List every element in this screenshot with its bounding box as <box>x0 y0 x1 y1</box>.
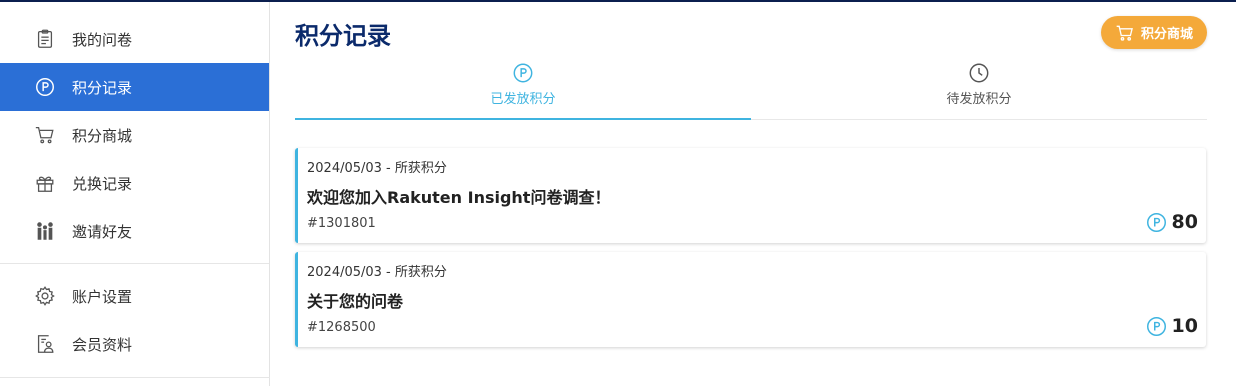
points-icon <box>1146 212 1166 232</box>
sidebar-main-group: 我的问卷 积分记录 积分商城 兑换记录 邀请好友 <box>0 2 269 255</box>
record-id: #1268500 <box>307 320 376 335</box>
record-points: 80 <box>1146 211 1198 233</box>
cart-icon <box>34 124 56 146</box>
sidebar-settings-group: 账户设置 会员资料 <box>0 272 269 368</box>
sidebar-bottom-divider <box>0 377 270 378</box>
sidebar-item-my-surveys[interactable]: 我的问卷 <box>0 15 269 63</box>
record-title: 关于您的问卷 <box>307 292 404 311</box>
sidebar-item-account-settings[interactable]: 账户设置 <box>0 272 269 320</box>
gift-icon <box>34 172 56 194</box>
page-title: 积分记录 <box>295 22 391 50</box>
sidebar-item-invite-friends[interactable]: 邀请好友 <box>0 207 269 255</box>
tab-label: 待发放积分 <box>946 92 1012 107</box>
clipboard-icon <box>34 28 56 50</box>
tab-label: 已发放积分 <box>490 92 556 107</box>
points-mall-button-label: 积分商城 <box>1140 27 1193 42</box>
profile-icon <box>34 333 56 355</box>
points-mall-button[interactable]: 积分商城 <box>1101 16 1207 49</box>
points-icon <box>34 76 56 98</box>
record-points-value: 80 <box>1171 211 1198 233</box>
points-record-list: 2024/05/03 - 所获积分 欢迎您加入Rakuten Insight问卷… <box>295 148 1206 356</box>
cart-icon <box>1116 25 1133 41</box>
people-icon <box>34 220 56 242</box>
sidebar-item-label: 积分记录 <box>72 78 133 97</box>
gear-icon <box>34 285 56 307</box>
sidebar-item-label: 兑换记录 <box>72 174 133 193</box>
clock-icon <box>969 63 989 83</box>
tab-issued-points[interactable]: 已发放积分 <box>295 60 751 120</box>
sidebar-item-points-history[interactable]: 积分记录 <box>0 63 269 111</box>
points-icon <box>1146 316 1166 336</box>
record-date-type: 2024/05/03 - 所获积分 <box>307 161 447 176</box>
sidebar-item-member-profile[interactable]: 会员资料 <box>0 320 269 368</box>
record-points: 10 <box>1146 315 1198 337</box>
record-date-type: 2024/05/03 - 所获积分 <box>307 265 447 280</box>
record-id: #1301801 <box>307 216 376 231</box>
sidebar-item-label: 账户设置 <box>72 287 133 306</box>
tab-pending-points[interactable]: 待发放积分 <box>751 60 1207 120</box>
main-content: 积分记录 积分商城 已发放积分 待发放积分 2024/05/03 - 所获积分 … <box>295 2 1207 386</box>
sidebar-item-label: 会员资料 <box>72 335 133 354</box>
sidebar-item-points-mall[interactable]: 积分商城 <box>0 111 269 159</box>
record-points-value: 10 <box>1171 315 1198 337</box>
record-title: 欢迎您加入Rakuten Insight问卷调查！ <box>307 188 611 207</box>
sidebar-item-label: 积分商城 <box>72 126 133 145</box>
sidebar-item-label: 我的问卷 <box>72 30 133 49</box>
sidebar: 我的问卷 积分记录 积分商城 兑换记录 邀请好友 账户设置 会员资料 <box>0 2 270 386</box>
list-item: 2024/05/03 - 所获积分 欢迎您加入Rakuten Insight问卷… <box>295 148 1206 243</box>
list-item: 2024/05/03 - 所获积分 关于您的问卷 #1268500 10 <box>295 252 1206 347</box>
sidebar-item-label: 邀请好友 <box>72 222 133 241</box>
sidebar-divider <box>0 263 269 264</box>
points-icon <box>513 63 533 83</box>
sidebar-item-redeem-history[interactable]: 兑换记录 <box>0 159 269 207</box>
points-tabs: 已发放积分 待发放积分 <box>295 60 1207 120</box>
